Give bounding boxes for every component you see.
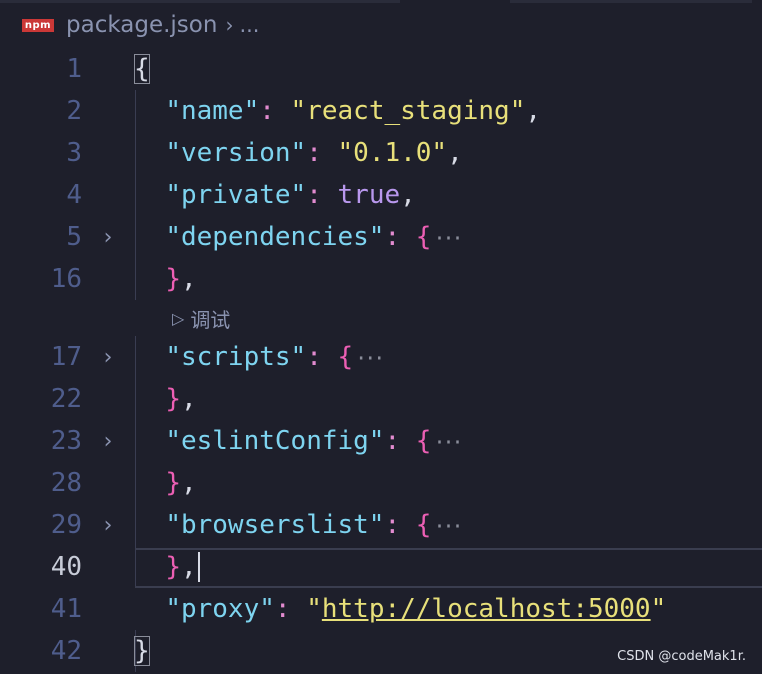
colon: :	[274, 594, 307, 624]
line-number: 28	[50, 468, 82, 498]
code-editor[interactable]: 1 { 2 "name": "react_staging", 3 "versio…	[0, 48, 762, 672]
colon: :	[259, 96, 291, 126]
close-brace: }	[134, 636, 150, 666]
npm-icon: npm	[22, 18, 54, 32]
chevron-right-icon: ›	[225, 13, 234, 37]
folded-ellipsis[interactable]: ···	[355, 346, 385, 370]
line-number: 22	[50, 384, 82, 414]
code-line[interactable]: 17 › "scripts": {···	[0, 336, 762, 378]
line-number: 23	[50, 426, 82, 456]
comma: ,	[180, 384, 197, 414]
chevron-right-icon[interactable]: ›	[82, 345, 134, 370]
chevron-right-icon[interactable]: ›	[82, 225, 134, 250]
comma: ,	[447, 138, 463, 168]
quote-close: "	[650, 594, 667, 624]
json-key: "proxy"	[165, 594, 275, 624]
json-boolean: true	[337, 180, 401, 210]
close-brace: }	[165, 551, 181, 582]
breadcrumb-file[interactable]: package.json	[66, 12, 217, 38]
chevron-right-icon[interactable]: ›	[82, 429, 134, 454]
colon: :	[384, 222, 416, 252]
chevron-right-icon[interactable]: ›	[82, 513, 134, 538]
close-brace: }	[165, 264, 181, 294]
breadcrumb: npm package.json › ...	[0, 0, 762, 50]
json-key: "scripts"	[165, 342, 307, 372]
folded-ellipsis[interactable]: ···	[433, 514, 463, 538]
open-brace: {	[415, 222, 432, 252]
json-key: "browserslist"	[165, 510, 385, 540]
colon: :	[306, 342, 338, 372]
comma: ,	[525, 96, 542, 126]
colon: :	[306, 180, 338, 210]
comma: ,	[400, 180, 416, 210]
quote-open: "	[306, 594, 322, 624]
watermark: CSDN @codeMak1r.	[617, 649, 746, 664]
code-line[interactable]: 4 "private": true,	[0, 174, 762, 216]
colon: :	[384, 510, 416, 540]
url-link[interactable]: http://localhost:5000	[322, 594, 651, 624]
open-brace: {	[134, 54, 150, 84]
json-string: "react_staging"	[290, 96, 526, 126]
json-key: "name"	[165, 96, 260, 126]
code-line[interactable]: 23 › "eslintConfig": {···	[0, 420, 762, 462]
line-number: 3	[66, 138, 82, 168]
code-line[interactable]: 28 },	[0, 462, 762, 504]
colon: :	[384, 426, 416, 456]
line-number: 4	[66, 180, 82, 210]
breadcrumb-more[interactable]: ...	[239, 13, 259, 37]
line-number: 5	[66, 222, 82, 252]
play-icon: ▷	[172, 308, 185, 328]
colon: :	[306, 138, 338, 168]
text-cursor	[197, 552, 200, 583]
folded-ellipsis[interactable]: ···	[433, 430, 463, 454]
json-string: "0.1.0"	[337, 138, 448, 168]
code-line[interactable]: 1 {	[0, 48, 762, 90]
code-line[interactable]: 2 "name": "react_staging",	[0, 90, 762, 132]
codelens-label: 调试	[190, 307, 231, 332]
open-brace: {	[415, 426, 432, 456]
comma: ,	[180, 468, 197, 498]
line-number: 16	[50, 264, 82, 294]
line-number: 1	[66, 54, 82, 84]
folded-ellipsis[interactable]: ···	[433, 226, 463, 250]
line-number: 41	[50, 594, 82, 624]
codelens-debug[interactable]: ▷ 调试	[172, 300, 230, 336]
code-line[interactable]: 5 › "dependencies": {···	[0, 216, 762, 258]
code-line-current[interactable]: 40 },	[0, 546, 762, 588]
line-number: 40	[50, 552, 82, 582]
line-number: 2	[66, 96, 82, 126]
open-brace: {	[337, 342, 354, 372]
close-brace: }	[165, 468, 181, 498]
json-key: "version"	[165, 138, 307, 168]
code-line[interactable]: 16 },	[0, 258, 762, 300]
codelens-line: ▷ 调试	[0, 300, 762, 336]
code-line[interactable]: 41 "proxy": "http://localhost:5000"	[0, 588, 762, 630]
json-key: "dependencies"	[165, 222, 385, 252]
code-line[interactable]: 29 › "browserslist": {···	[0, 504, 762, 546]
comma: ,	[180, 264, 197, 294]
code-line[interactable]: 22 },	[0, 378, 762, 420]
open-brace: {	[415, 510, 432, 540]
line-number: 42	[50, 636, 82, 666]
json-key: "eslintConfig"	[165, 426, 385, 456]
close-brace: }	[165, 384, 181, 414]
comma: ,	[180, 551, 197, 582]
line-number: 17	[50, 342, 82, 372]
json-key: "private"	[165, 180, 307, 210]
line-number: 29	[50, 510, 82, 540]
code-line[interactable]: 3 "version": "0.1.0",	[0, 132, 762, 174]
